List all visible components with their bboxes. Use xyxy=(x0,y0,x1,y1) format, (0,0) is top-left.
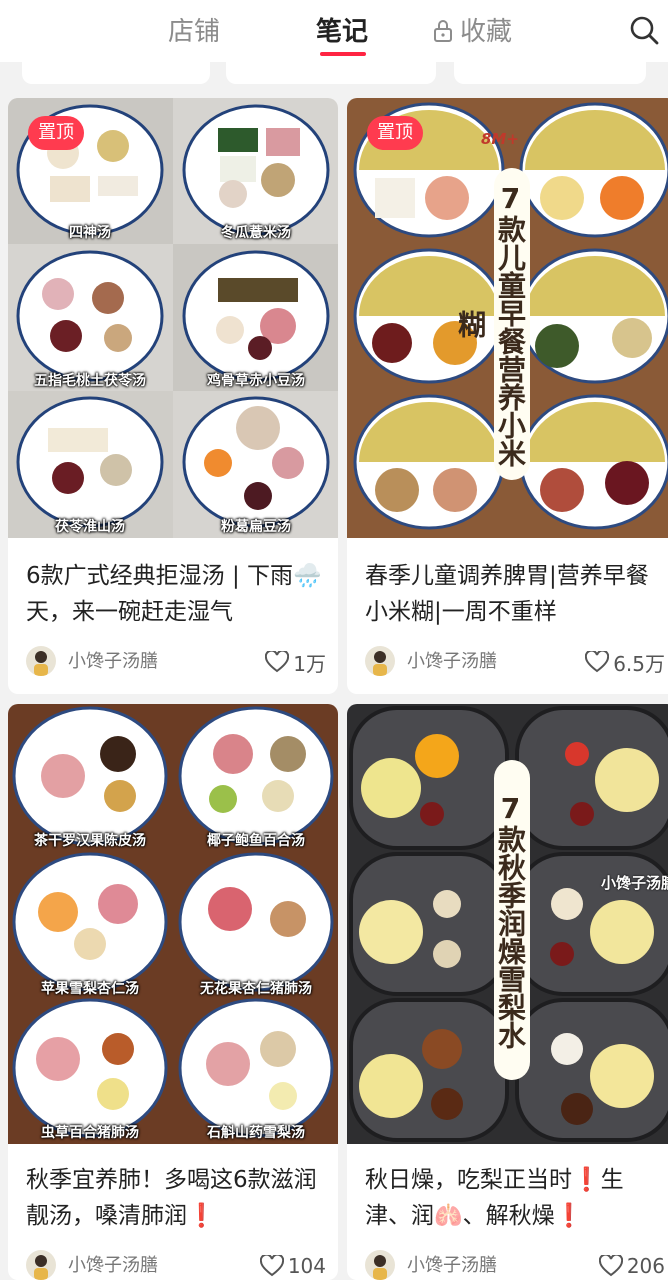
lock-icon xyxy=(434,20,452,42)
image-caption: 五指毛桃土茯苓汤 xyxy=(34,373,146,389)
image-caption: 鸡骨草赤小豆汤 xyxy=(207,373,305,389)
note-card[interactable]: 置顶 8M+ 7款儿童早餐营养小米糊 春季儿童调养脾胃|营养早餐小米糊|一周不重… xyxy=(347,98,668,694)
watermark: 小馋子汤膳 xyxy=(601,874,668,892)
author-name[interactable]: 小馋子汤膳 xyxy=(407,1254,497,1278)
avatar[interactable] xyxy=(365,1250,395,1280)
note-title: 6款广式经典拒湿汤 | 下雨🌧️天，来一碗赶走湿气 xyxy=(26,563,322,625)
heart-icon xyxy=(585,651,610,673)
avatar-icon xyxy=(34,651,48,676)
image-caption: 无花果杏仁猪肺汤 xyxy=(200,981,312,997)
cover-overlay-text: 7款秋季润燥雪梨水 xyxy=(494,760,530,1080)
like-count: 104 xyxy=(287,1254,326,1278)
pinned-badge: 置顶 xyxy=(367,116,423,150)
like-count: 6.5万 xyxy=(613,651,665,676)
heart-icon xyxy=(265,651,290,673)
author-name[interactable]: 小馋子汤膳 xyxy=(407,650,497,674)
note-title: 秋季宜养肺！多喝这6款滋润靓汤，嗓清肺润❗ xyxy=(26,1167,317,1229)
image-caption: 苹果雪梨杏仁汤 xyxy=(41,981,139,997)
tab-favorites[interactable]: 收藏 xyxy=(460,12,512,52)
previous-card-edge xyxy=(226,62,436,84)
image-caption: 石斛山药雪梨汤 xyxy=(207,1125,305,1141)
author-row: 小馋子汤膳 104 xyxy=(26,1250,326,1280)
heart-icon xyxy=(598,1255,623,1277)
like-count: 1万 xyxy=(293,651,326,676)
avatar-icon xyxy=(373,1255,387,1280)
pinned-badge: 置顶 xyxy=(28,116,84,150)
like-button[interactable]: 104 xyxy=(259,1252,326,1280)
note-card[interactable]: 7款秋季润燥雪梨水 小馋子汤膳 秋日燥，吃梨正当时❗生津、润🫁、解秋燥❗ 小馋子… xyxy=(347,704,668,1280)
note-card[interactable]: 置顶 四神汤 冬瓜薏米汤 五指毛桃土茯苓汤 鸡骨草赤小豆汤 茯苓淮山汤 粉葛扁豆… xyxy=(8,98,338,694)
tab-notes[interactable]: 笔记 xyxy=(316,12,368,52)
top-nav-bar: 店铺 笔记 收藏 xyxy=(0,0,668,62)
cover-image xyxy=(8,98,338,538)
note-title: 秋日燥，吃梨正当时❗生津、润🫁、解秋燥❗ xyxy=(365,1167,624,1229)
avatar[interactable] xyxy=(26,646,56,676)
cover-image xyxy=(8,704,338,1144)
search-icon[interactable] xyxy=(628,14,660,46)
image-caption: 冬瓜薏米汤 xyxy=(221,225,291,241)
image-caption: 椰子鲍鱼百合汤 xyxy=(207,833,305,849)
image-caption: 茶干罗汉果陈皮汤 xyxy=(34,833,146,849)
like-button[interactable]: 1万 xyxy=(265,648,326,676)
image-caption: 四神汤 xyxy=(69,225,111,241)
image-caption: 粉葛扁豆汤 xyxy=(221,519,291,535)
corner-text: 8M+ xyxy=(481,130,519,148)
avatar[interactable] xyxy=(26,1250,56,1280)
heart-icon xyxy=(259,1255,284,1277)
author-row: 小馋子汤膳 206 xyxy=(365,1250,665,1280)
author-name[interactable]: 小馋子汤膳 xyxy=(68,650,158,674)
author-row: 小馋子汤膳 6.5万 xyxy=(365,646,665,680)
tab-store[interactable]: 店铺 xyxy=(168,12,220,52)
author-row: 小馋子汤膳 1万 xyxy=(26,646,326,680)
note-title: 春季儿童调养脾胃|营养早餐小米糊|一周不重样 xyxy=(365,563,649,625)
avatar[interactable] xyxy=(365,646,395,676)
active-tab-indicator xyxy=(320,52,366,56)
like-count: 206 xyxy=(626,1254,665,1278)
avatar-icon xyxy=(373,651,387,676)
previous-card-edge xyxy=(22,62,210,84)
like-button[interactable]: 6.5万 xyxy=(585,648,665,676)
author-name[interactable]: 小馋子汤膳 xyxy=(68,1254,158,1278)
previous-card-edge xyxy=(454,62,646,84)
avatar-icon xyxy=(34,1255,48,1280)
image-caption: 虫草百合猪肺汤 xyxy=(41,1125,139,1141)
image-caption: 茯苓淮山汤 xyxy=(55,519,125,535)
note-card[interactable]: 茶干罗汉果陈皮汤 椰子鲍鱼百合汤 苹果雪梨杏仁汤 无花果杏仁猪肺汤 虫草百合猪肺… xyxy=(8,704,338,1280)
like-button[interactable]: 206 xyxy=(598,1252,665,1280)
cover-overlay-text: 7款儿童早餐营养小米糊 xyxy=(454,168,530,480)
